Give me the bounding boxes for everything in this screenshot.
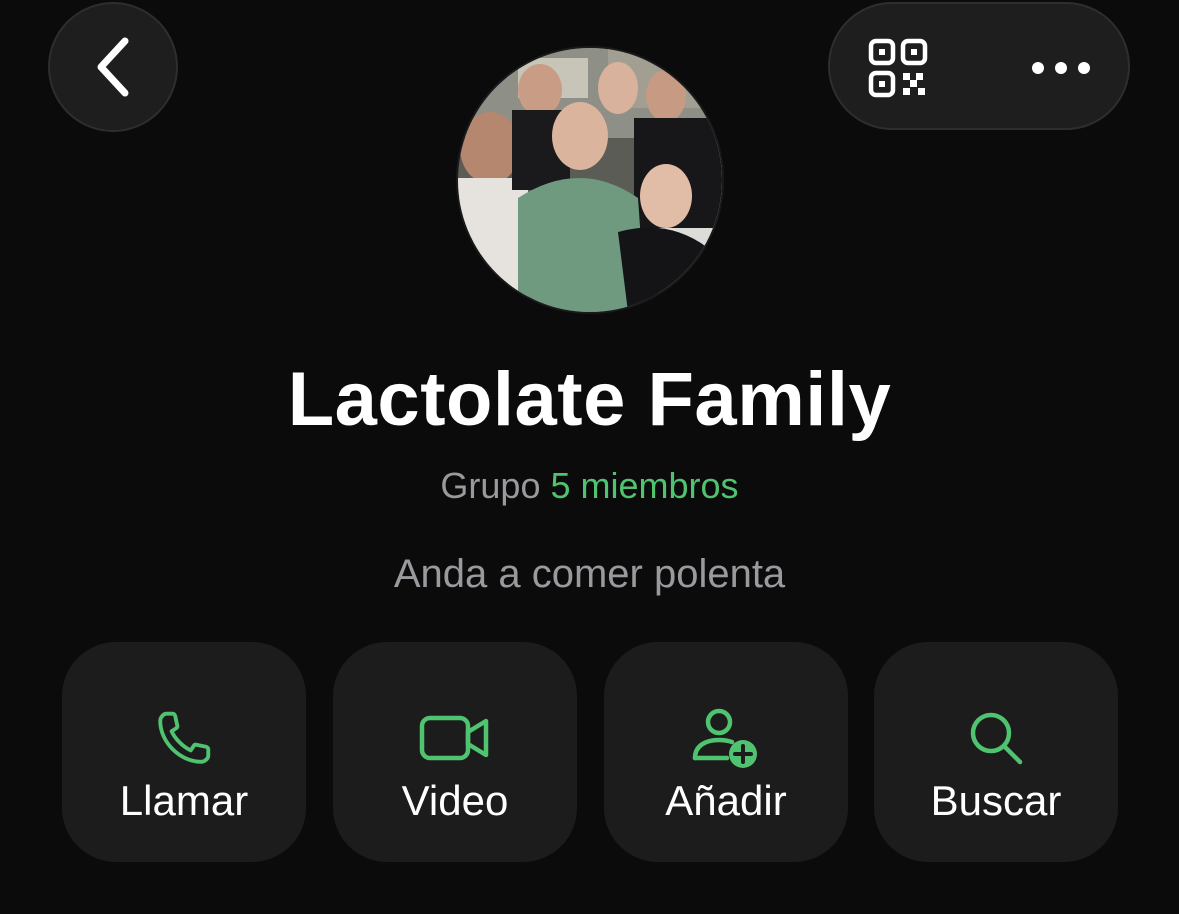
call-button[interactable]: Llamar	[62, 642, 306, 862]
add-label: Añadir	[665, 777, 787, 824]
members-link[interactable]: 5 miembros	[551, 465, 739, 506]
phone-icon	[62, 698, 306, 778]
more-horizontal-icon	[1032, 62, 1090, 74]
group-description: Anda a comer polenta	[393, 552, 786, 596]
search-icon	[874, 698, 1118, 778]
search-label: Buscar	[930, 777, 1062, 824]
group-meta: Grupo 5 miembros	[0, 464, 1179, 508]
back-button[interactable]	[48, 2, 178, 132]
header-actions-pill	[828, 2, 1130, 130]
group-name: Lactolate Family	[287, 357, 892, 442]
add-person-icon	[604, 698, 848, 778]
chevron-left-icon	[97, 37, 129, 97]
call-label: Llamar	[119, 777, 249, 824]
qr-code-button[interactable]	[866, 36, 930, 100]
group-photo	[458, 48, 722, 312]
group-avatar[interactable]	[458, 48, 722, 312]
video-label: Video	[401, 777, 509, 824]
search-button[interactable]: Buscar	[874, 642, 1118, 862]
video-camera-icon	[333, 698, 577, 778]
group-type-label: Grupo	[440, 465, 541, 506]
video-button[interactable]: Video	[333, 642, 577, 862]
qr-code-icon	[868, 38, 928, 98]
group-info-screen: Lactolate Family Grupo 5 miembros Anda a…	[0, 0, 1179, 914]
add-member-button[interactable]: Añadir	[604, 642, 848, 862]
more-button[interactable]	[1026, 44, 1096, 92]
